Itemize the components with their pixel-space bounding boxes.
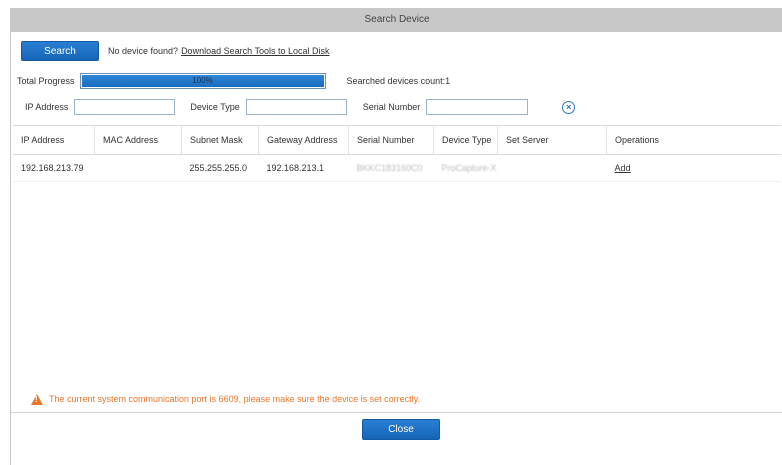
progress-row: Total Progress 100% Searched devices cou… xyxy=(17,71,450,91)
warning-triangle-icon: ! xyxy=(31,393,43,405)
footer-divider xyxy=(11,412,782,413)
searched-devices-count: Searched devices count:1 xyxy=(346,76,451,86)
add-device-link[interactable]: Add xyxy=(615,163,631,173)
total-progress-label: Total Progress xyxy=(17,76,75,86)
cell-operations: Add xyxy=(606,154,781,182)
close-button[interactable]: Close xyxy=(362,419,440,440)
cell-set-server xyxy=(497,154,607,182)
header-operations[interactable]: Operations xyxy=(606,125,781,155)
header-set-server[interactable]: Set Server xyxy=(497,125,608,155)
serial-number-input[interactable] xyxy=(426,99,529,115)
dialog-title: Search Device xyxy=(11,8,782,32)
warning-text: The current system communication port is… xyxy=(49,394,420,404)
ip-address-label: IP Address xyxy=(25,102,69,112)
search-row: Search No device found? Download Search … xyxy=(21,41,329,61)
cell-serial-number: BKKC183160C0 xyxy=(348,154,434,182)
search-button[interactable]: Search xyxy=(21,41,99,61)
header-mac-address[interactable]: MAC Address xyxy=(94,125,182,155)
header-serial-number[interactable]: Serial Number xyxy=(348,125,434,155)
filter-row: IP Address Device Type Serial Number × xyxy=(25,97,576,117)
table-row[interactable]: 192.168.213.79 255.255.255.0 192.168.213… xyxy=(13,154,781,182)
header-ip-address[interactable]: IP Address xyxy=(13,125,95,155)
no-device-text: No device found? xyxy=(108,46,179,56)
download-search-tools-link[interactable]: Download Search Tools to Local Disk xyxy=(181,46,329,56)
progress-text: 100% xyxy=(192,76,213,85)
table-header-row: IP Address MAC Address Subnet Mask Gatew… xyxy=(13,125,781,155)
device-type-input[interactable] xyxy=(245,99,347,115)
header-subnet-mask[interactable]: Subnet Mask xyxy=(181,125,259,155)
cell-gateway-address: 192.168.213.1 xyxy=(258,154,349,182)
clear-circle-x-icon[interactable]: × xyxy=(562,100,576,114)
cell-ip-address: 192.168.213.79 xyxy=(13,154,95,182)
device-type-label: Device Type xyxy=(190,102,240,112)
cell-device-type: ProCapture-X xyxy=(433,154,498,182)
progress-bar: 100% xyxy=(79,73,326,89)
device-table: IP Address MAC Address Subnet Mask Gatew… xyxy=(13,125,781,182)
header-gateway-address[interactable]: Gateway Address xyxy=(258,125,349,155)
serial-number-label: Serial Number xyxy=(362,102,421,112)
port-warning: ! The current system communication port … xyxy=(31,392,420,406)
search-device-dialog: Search Device Search No device found? Do… xyxy=(10,8,782,465)
cell-mac-address xyxy=(94,154,182,182)
ip-address-input[interactable] xyxy=(74,99,176,115)
cell-subnet-mask: 255.255.255.0 xyxy=(181,154,259,182)
header-device-type[interactable]: Device Type xyxy=(433,125,499,155)
